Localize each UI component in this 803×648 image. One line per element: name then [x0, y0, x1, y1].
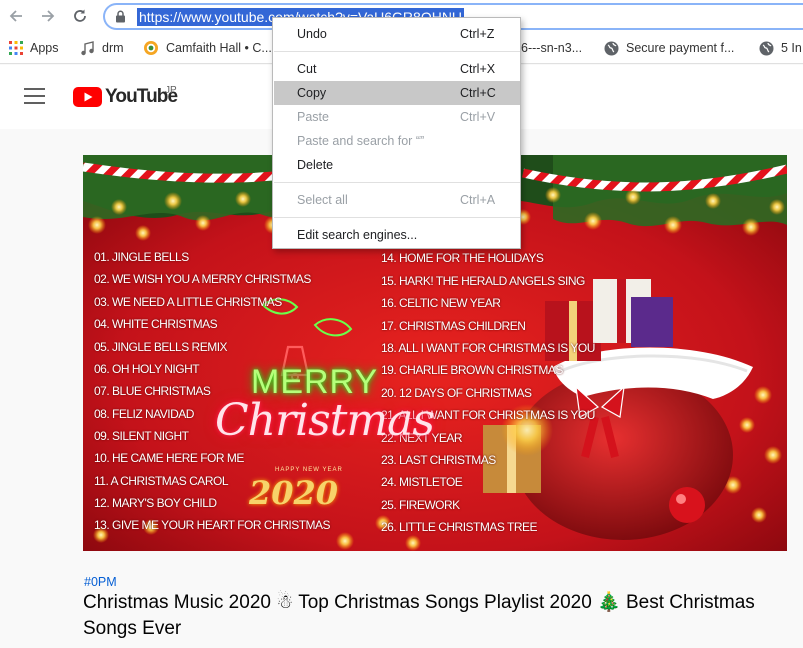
menu-item-paste: Paste Ctrl+V — [274, 105, 520, 129]
track-item: 18. ALL I WANT FOR CHRISTMAS IS YOU — [381, 341, 595, 355]
globe-icon — [759, 41, 774, 55]
lock-icon — [116, 10, 125, 23]
apps-grid-icon — [9, 41, 23, 55]
bookmark-camfaith[interactable]: Camfaith Hall • C... — [143, 40, 272, 56]
bookmark-label: drm — [102, 41, 124, 55]
track-item: 23. LAST CHRISTMAS — [381, 453, 496, 467]
track-item: 14. HOME FOR THE HOLIDAYS — [381, 251, 544, 265]
menu-item-undo[interactable]: Undo Ctrl+Z — [274, 22, 520, 46]
video-hashtag[interactable]: #0PM — [84, 575, 117, 589]
happy-new-year-text: HAPPY NEW YEAR — [275, 467, 343, 473]
bookmark-sn[interactable]: 6---sn-n3... — [521, 40, 582, 56]
bookmark-secure-payment[interactable]: Secure payment f... — [604, 40, 734, 56]
menu-separator — [274, 51, 520, 52]
menu-item-shortcut: Ctrl+A — [460, 193, 496, 207]
track-item: 03. WE NEED A LITTLE CHRISTMAS — [94, 295, 282, 309]
bookmark-label: 5 In — [781, 41, 802, 55]
bookmark-drm[interactable]: drm — [80, 40, 124, 56]
track-item: 10. HE CAME HERE FOR ME — [94, 451, 244, 465]
track-item: 02. WE WISH YOU A MERRY CHRISTMAS — [94, 272, 311, 286]
menu-item-copy[interactable]: Copy Ctrl+C — [274, 81, 520, 105]
track-item: 07. BLUE CHRISTMAS — [94, 384, 211, 398]
christmas-neon-text: Christmas — [215, 395, 435, 446]
arrow-left-icon — [9, 10, 22, 22]
menu-item-paste-and-search: Paste and search for “” — [274, 129, 520, 153]
menu-item-cut[interactable]: Cut Ctrl+X — [274, 57, 520, 81]
context-menu: Undo Ctrl+Z Cut Ctrl+X Copy Ctrl+C Paste… — [272, 17, 521, 249]
bookmark-label: Secure payment f... — [626, 41, 735, 55]
track-item: 06. OH HOLY NIGHT — [94, 362, 200, 376]
menu-item-select-all: Select all Ctrl+A — [274, 188, 520, 212]
menu-item-shortcut: Ctrl+V — [460, 110, 496, 124]
track-item: 05. JINGLE BELLS REMIX — [94, 340, 228, 354]
menu-item-label: Edit search engines... — [297, 228, 418, 242]
bookmark-5-in[interactable]: 5 In — [759, 40, 802, 56]
region-code: JP — [165, 85, 177, 96]
year-text: 2020 — [249, 474, 339, 512]
music-note-icon — [81, 40, 94, 55]
bookmark-label: 6---sn-n3... — [521, 41, 583, 55]
track-item: 19. CHARLIE BROWN CHRISTMAS — [381, 363, 563, 377]
reload-icon — [74, 9, 86, 22]
menu-item-label: Copy — [297, 86, 327, 100]
track-item: 16. CELTIC NEW YEAR — [381, 296, 501, 310]
track-item: 09. SILENT NIGHT — [94, 429, 189, 443]
bookmark-apps[interactable]: Apps — [9, 40, 59, 56]
menu-item-label: Paste — [297, 110, 329, 124]
menu-item-label: Cut — [297, 62, 317, 76]
globe-icon — [604, 41, 619, 55]
track-item: 08. FELIZ NAVIDAD — [94, 407, 194, 421]
reload-button[interactable] — [69, 5, 91, 27]
menu-item-shortcut: Ctrl+C — [460, 86, 496, 100]
track-item: 24. MISTLETOE — [381, 475, 463, 489]
menu-separator — [274, 217, 520, 218]
menu-item-label: Undo — [297, 27, 327, 41]
track-item: 26. LITTLE CHRISTMAS TREE — [381, 520, 538, 534]
bookmark-label: Apps — [30, 41, 59, 55]
bookmark-label: Camfaith Hall • C... — [166, 41, 272, 55]
video-title: Christmas Music 2020 ☃ Top Christmas Son… — [83, 592, 755, 639]
track-item: 11. A CHRISTMAS CAROL — [94, 474, 229, 488]
browser-window: https://www.youtube.com/watch?v=VaU6GR8O… — [0, 0, 803, 648]
back-button[interactable] — [5, 5, 27, 27]
menu-item-label: Paste and search for “” — [297, 134, 425, 148]
track-item: 25. FIREWORK — [381, 498, 460, 512]
menu-item-label: Select all — [297, 193, 348, 207]
menu-item-edit-search-engines[interactable]: Edit search engines... — [274, 223, 520, 247]
forward-button[interactable] — [37, 5, 59, 27]
track-item: 01. JINGLE BELLS — [94, 250, 189, 264]
track-item: 12. MARY'S BOY CHILD — [94, 496, 217, 510]
menu-icon[interactable] — [24, 88, 45, 104]
menu-item-shortcut: Ctrl+X — [460, 62, 496, 76]
menu-item-label: Delete — [297, 158, 334, 172]
site-logo-icon — [144, 41, 158, 55]
track-item: 13. GIVE ME YOUR HEART FOR CHRISTMAS — [94, 518, 331, 532]
track-item: 04. WHITE CHRISTMAS — [94, 317, 218, 331]
youtube-play-icon — [73, 87, 102, 107]
youtube-logo[interactable]: YouTube — [73, 85, 178, 109]
track-item: 15. HARK! THE HERALD ANGELS SING — [381, 274, 585, 288]
track-item: 17. CHRISTMAS CHILDREN — [381, 319, 526, 333]
menu-item-delete[interactable]: Delete — [274, 153, 520, 177]
arrow-right-icon — [42, 10, 55, 22]
menu-item-shortcut: Ctrl+Z — [460, 27, 495, 41]
menu-separator — [274, 182, 520, 183]
